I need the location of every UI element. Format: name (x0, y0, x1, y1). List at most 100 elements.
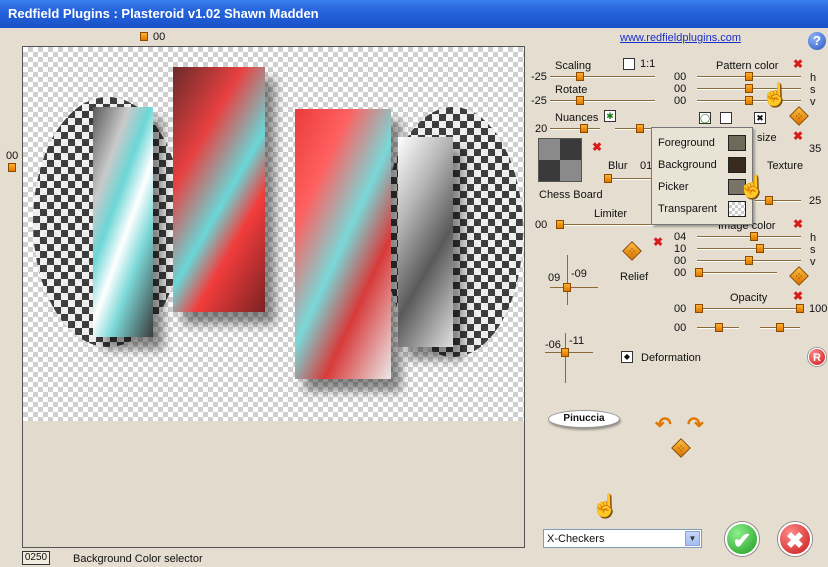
deformation-x-value: -06 (545, 339, 561, 351)
size-close-icon[interactable]: ✖ (793, 130, 803, 142)
limiter-label: Limiter (594, 208, 628, 220)
nuances-slider-2-knob[interactable] (636, 124, 644, 133)
scaling-value: -25 (531, 71, 547, 83)
deformation-checkbox[interactable]: ◆ (621, 351, 633, 363)
pattern-s-label: s (810, 84, 816, 96)
pattern-random-icon[interactable] (789, 106, 809, 126)
image-h-knob[interactable] (750, 232, 758, 241)
opacity-slider[interactable] (697, 308, 801, 310)
pattern-s-knob[interactable] (745, 84, 753, 93)
opacity-third-knob[interactable] (776, 323, 784, 332)
offset-y-knob[interactable] (8, 163, 16, 172)
window-title: Redfield Plugins : Plasteroid v1.02 Shaw… (8, 6, 319, 21)
rotate-slider-knob[interactable] (576, 96, 584, 105)
relief-knob[interactable] (563, 283, 571, 292)
image-panel-3 (295, 109, 391, 379)
nuances-slider-knob[interactable] (580, 124, 588, 133)
offset-x-knob[interactable] (140, 32, 148, 41)
pattern-mode-radio[interactable]: ◯ (699, 112, 711, 124)
pointing-hand-icon-preset: ☝ (591, 493, 619, 518)
help-button[interactable]: ? (808, 32, 826, 50)
pattern-color-close-icon[interactable]: ✖ (793, 58, 803, 70)
menu-item-picker[interactable]: Picker (656, 178, 750, 196)
relief-label: Relief (620, 271, 649, 283)
pattern-mode-box[interactable] (720, 112, 732, 124)
image-panel-1 (93, 107, 153, 337)
limiter-slider-knob[interactable] (556, 220, 564, 229)
nuances-slider[interactable] (550, 128, 600, 130)
one-to-one-checkbox[interactable] (623, 58, 635, 70)
preset-select[interactable]: X-Checkers ▼ (543, 529, 702, 548)
deformation-horizontal-axis (545, 352, 593, 353)
opacity-label: Opacity (730, 292, 768, 304)
blur-slider[interactable] (606, 178, 652, 180)
ok-button[interactable]: ✔ (725, 522, 759, 556)
texture-slider-knob[interactable] (765, 196, 773, 205)
image-v-knob[interactable] (745, 256, 753, 265)
chess-board-preview[interactable] (538, 138, 582, 182)
image-s-knob[interactable] (756, 244, 764, 253)
pattern-mode-x-box[interactable]: ✖ (754, 112, 766, 124)
opacity-second-knob[interactable] (715, 323, 723, 332)
pattern-h-knob[interactable] (745, 72, 753, 81)
reset-button[interactable]: R (808, 348, 826, 366)
opacity-max-knob[interactable] (796, 304, 804, 313)
texture-value: 25 (809, 195, 822, 207)
website-link[interactable]: www.redfieldplugins.com (620, 32, 741, 44)
chess-board-close-icon[interactable]: ✖ (592, 141, 602, 153)
cancel-x-icon: ✖ (785, 528, 805, 553)
nuances-checkbox[interactable]: ✱ (604, 110, 616, 122)
image-v-value: 00 (674, 255, 687, 267)
menu-item-background-label: Background (658, 159, 717, 171)
ok-check-icon: ✔ (732, 528, 752, 553)
scaling-label: Scaling (555, 60, 592, 72)
menu-item-background[interactable]: Background (656, 156, 750, 174)
chevron-down-icon[interactable]: ▼ (685, 531, 700, 546)
deformation-vertical-axis (565, 333, 566, 383)
relief-random-icon[interactable] (622, 241, 642, 261)
pattern-v-value: 00 (674, 95, 687, 107)
nuances-slider-2[interactable] (615, 128, 651, 130)
image-panel-4 (398, 137, 453, 347)
image-extra-slider[interactable] (697, 272, 777, 274)
relief-horizontal-axis (550, 287, 598, 288)
transparent-swatch (728, 201, 746, 217)
image-extra-knob[interactable] (695, 268, 703, 277)
texture-label: Texture (767, 160, 804, 172)
image-h-label: h (810, 232, 817, 244)
pattern-s-value: 00 (674, 83, 687, 95)
undo-arrow-icon[interactable]: ↶ (655, 412, 672, 437)
pointing-hand-icon-popup: ☝ (738, 174, 766, 199)
opacity-close-icon[interactable]: ✖ (793, 290, 803, 302)
pattern-v-knob[interactable] (745, 96, 753, 105)
image-s-label: s (810, 244, 816, 256)
help-icon: ? (813, 33, 821, 48)
scaling-slider[interactable] (550, 76, 655, 78)
image-s-slider[interactable] (697, 248, 801, 250)
scaling-slider-knob[interactable] (576, 72, 584, 81)
image-color-close-icon[interactable]: ✖ (793, 218, 803, 230)
cancel-button[interactable]: ✖ (778, 522, 812, 556)
pinuccia-label: Pinuccia (563, 413, 605, 424)
deformation-knob[interactable] (561, 348, 569, 357)
menu-item-picker-label: Picker (658, 181, 689, 193)
opacity-min-value: 00 (674, 303, 687, 315)
rotate-slider[interactable] (550, 100, 655, 102)
opacity-min-knob[interactable] (695, 304, 703, 313)
image-h-slider[interactable] (697, 236, 801, 238)
blur-slider-knob[interactable] (604, 174, 612, 183)
chess-board-label: Chess Board (539, 189, 603, 201)
global-random-icon[interactable] (671, 438, 691, 458)
texture-slider[interactable] (755, 200, 801, 202)
size-value: 35 (809, 143, 822, 155)
menu-item-transparent[interactable]: Transparent (656, 200, 750, 218)
pattern-v-label: v (810, 96, 816, 108)
image-color-random-icon[interactable] (789, 266, 809, 286)
limiter-slider[interactable] (556, 224, 656, 226)
redo-arrow-icon[interactable]: ↷ (687, 412, 704, 437)
preview-canvas[interactable] (22, 46, 525, 548)
size-label: size (757, 132, 777, 144)
nuances-label: Nuances (555, 112, 599, 124)
menu-item-foreground[interactable]: Foreground (656, 134, 750, 152)
relief-close-icon[interactable]: ✖ (653, 236, 663, 248)
